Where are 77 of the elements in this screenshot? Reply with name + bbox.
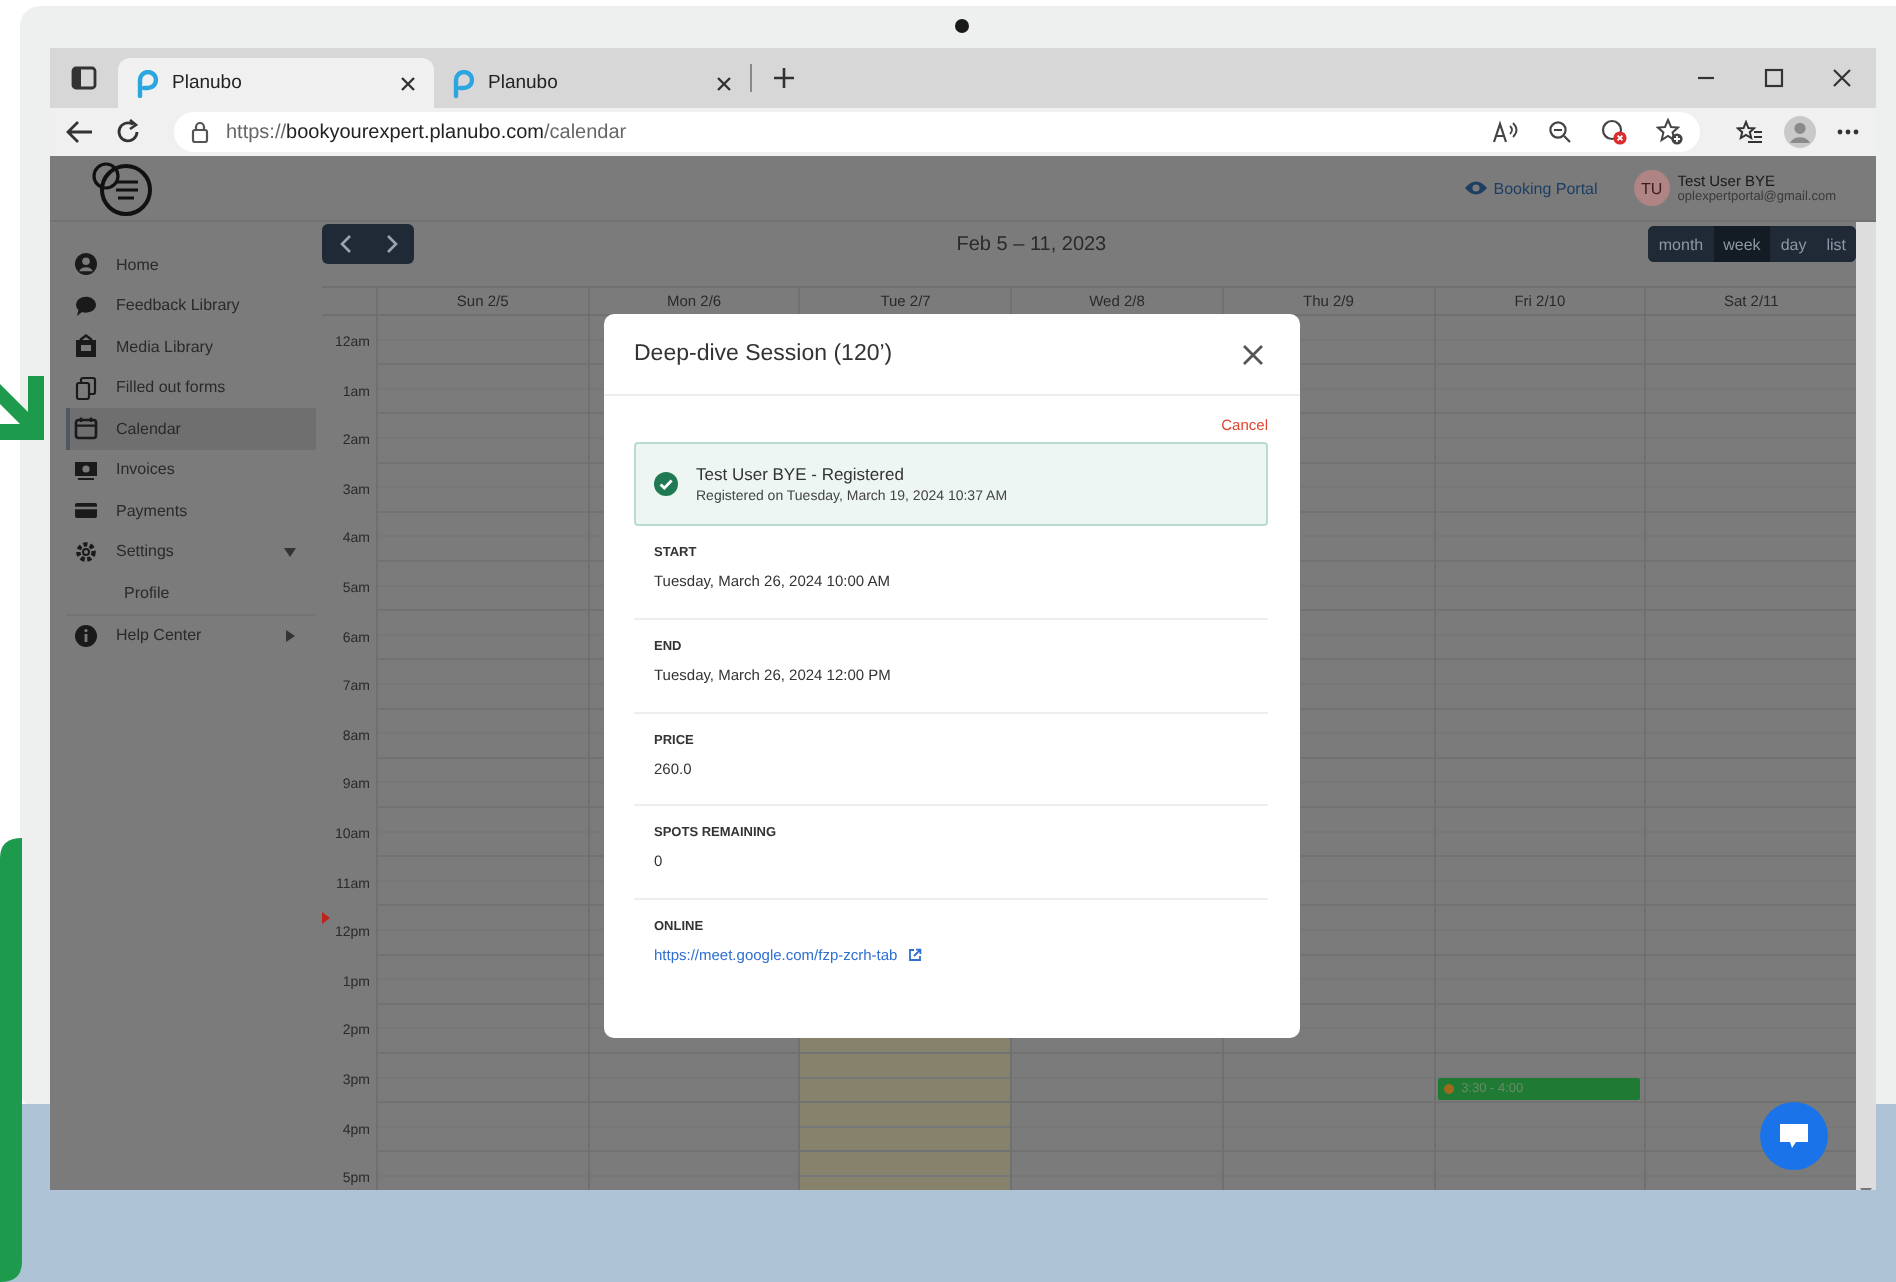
- chat-icon: [74, 293, 98, 318]
- time-label: 10am: [334, 827, 370, 842]
- gear-icon: [74, 539, 98, 564]
- sidebar-item[interactable]: Home: [66, 244, 316, 285]
- time-label: 12am: [334, 336, 370, 350]
- view-tab[interactable]: week: [1713, 226, 1771, 262]
- next-icon[interactable]: [370, 224, 414, 264]
- url-text: https://bookyourexpert.planubo.com/calendar: [226, 121, 627, 143]
- external-link-icon: [907, 948, 922, 963]
- sidebar-item[interactable]: Filled out forms: [66, 367, 316, 408]
- time-label: 9am: [342, 778, 370, 793]
- close-icon[interactable]: [398, 73, 418, 93]
- time-label: 1am: [342, 385, 370, 400]
- chat-icon: [1778, 1122, 1810, 1150]
- user-icon: [74, 252, 98, 277]
- reload-icon[interactable]: [114, 118, 142, 146]
- time-label: 4am: [342, 532, 370, 547]
- time-label: 4pm: [342, 1123, 370, 1137]
- close-icon[interactable]: [714, 73, 734, 93]
- sidebar-item[interactable]: Invoices: [66, 449, 316, 490]
- address-field[interactable]: https://bookyourexpert.planubo.com/calendar: [174, 112, 1700, 152]
- new-tab-icon[interactable]: [772, 66, 796, 90]
- sidebar-item[interactable]: Help Center: [66, 615, 316, 656]
- app-logo-icon: [450, 69, 474, 97]
- sidebar-item[interactable]: Payments: [66, 490, 316, 531]
- logo-icon[interactable]: [90, 160, 158, 216]
- time-label: 7am: [342, 680, 370, 695]
- more-icon[interactable]: [1836, 128, 1860, 136]
- time-label: 3pm: [342, 1073, 370, 1088]
- tracking-icon[interactable]: [1600, 118, 1628, 146]
- camera-dot: [954, 18, 970, 34]
- sidebar-item[interactable]: Calendar: [66, 408, 316, 449]
- card-icon: [74, 498, 98, 523]
- user-avatar: TU: [1633, 170, 1670, 206]
- dialog-title: Deep-dive Session (120’): [634, 342, 893, 366]
- browser-tab[interactable]: Planubo: [118, 58, 434, 108]
- time-label: 6am: [342, 631, 370, 646]
- registration-title: Test User BYE - Registered: [696, 464, 906, 484]
- time-label: 5am: [342, 581, 370, 596]
- lock-icon: [190, 120, 210, 144]
- time-label: 5pm: [342, 1172, 370, 1187]
- check-icon: [654, 472, 678, 496]
- browser-tab[interactable]: Planubo: [434, 58, 750, 108]
- time-label: 11am: [336, 877, 370, 892]
- sidebar-item[interactable]: Profile: [66, 572, 316, 615]
- time-label: 3am: [342, 483, 370, 498]
- previous-icon[interactable]: [322, 224, 370, 264]
- time-label: 8am: [342, 729, 370, 744]
- eye-icon: [1463, 180, 1488, 196]
- booking-portal-link[interactable]: Booking Portal: [1463, 179, 1598, 197]
- favorites-icon[interactable]: [1736, 119, 1764, 145]
- back-icon[interactable]: [66, 120, 94, 144]
- close-icon[interactable]: [1832, 68, 1852, 88]
- read-aloud-icon[interactable]: [1492, 120, 1520, 144]
- date-range-title: Feb 5 – 11, 2023: [954, 233, 1109, 255]
- star-add-icon[interactable]: [1656, 118, 1684, 146]
- info-icon: [74, 623, 98, 648]
- close-icon[interactable]: [1242, 343, 1264, 365]
- tab-title: Planubo: [488, 72, 560, 94]
- app-logo-icon: [134, 69, 158, 97]
- calendar-icon: [74, 416, 98, 441]
- time-label: 1pm: [342, 975, 370, 990]
- building-icon: [74, 334, 98, 359]
- time-label: 12pm: [334, 926, 370, 941]
- profile-icon[interactable]: [1784, 116, 1816, 148]
- sidebar-toggle-icon[interactable]: [70, 64, 98, 92]
- zoom-out-icon[interactable]: [1548, 120, 1572, 144]
- sidebar-item[interactable]: Feedback Library: [66, 285, 316, 326]
- maximize-icon[interactable]: [1764, 68, 1784, 88]
- cash-icon: [74, 457, 98, 482]
- documents-icon: [74, 375, 98, 400]
- scrollbar[interactable]: [1856, 222, 1876, 1190]
- sidebar-item[interactable]: Settings: [66, 531, 316, 572]
- sidebar-item[interactable]: Media Library: [66, 326, 316, 367]
- time-label: 2am: [342, 434, 370, 449]
- tab-title: Planubo: [172, 72, 244, 94]
- time-label: 2pm: [342, 1024, 370, 1039]
